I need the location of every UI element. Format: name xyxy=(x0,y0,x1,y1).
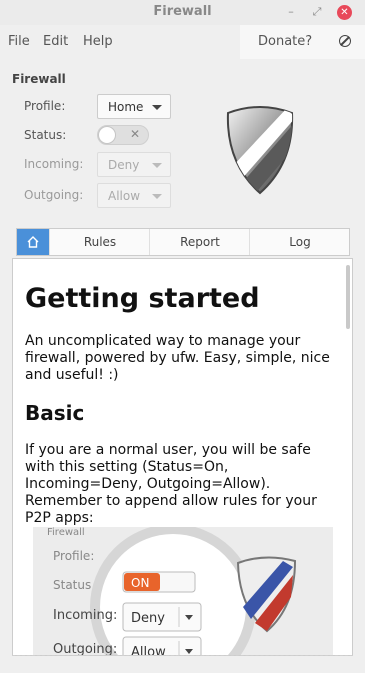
help-document: Getting started An uncomplicated way to … xyxy=(25,259,335,527)
status-label: Status: xyxy=(24,128,67,142)
doc-intro: An uncomplicated way to manage your fire… xyxy=(25,333,330,383)
doc-heading: Getting started xyxy=(25,283,260,314)
illus-incoming-label: Incoming: xyxy=(53,608,117,623)
tab-report[interactable]: Report xyxy=(149,229,250,255)
outgoing-value: Allow xyxy=(108,189,141,203)
no-entry-icon[interactable] xyxy=(339,35,351,47)
illus-deny-value: Deny xyxy=(131,611,165,626)
maximize-icon[interactable]: ⤢ xyxy=(310,5,324,19)
home-icon xyxy=(27,236,39,248)
chevron-down-icon xyxy=(152,194,162,199)
tab-home[interactable] xyxy=(17,229,49,255)
doc-basic-text: If you are a normal user, you will be sa… xyxy=(25,442,317,526)
illus-title: Firewall xyxy=(47,527,85,538)
illus-profile-label: Profile: xyxy=(53,549,94,563)
title-bar: Firewall – ⤢ ✕ xyxy=(0,0,365,26)
chevron-down-icon xyxy=(152,163,162,168)
minimize-icon[interactable]: – xyxy=(284,5,298,19)
tab-bar: Rules Report Log xyxy=(16,228,350,256)
close-icon[interactable]: ✕ xyxy=(337,5,352,20)
incoming-select[interactable]: Deny xyxy=(97,152,171,177)
status-toggle[interactable]: ✕ xyxy=(97,125,149,145)
menu-file[interactable]: File xyxy=(8,34,30,49)
chevron-down-icon xyxy=(152,105,162,110)
outgoing-label: Outgoing: xyxy=(24,188,84,202)
profile-value: Home xyxy=(108,100,144,114)
donate-area: Donate? xyxy=(240,25,365,59)
illus-outgoing-label: Outgoing: xyxy=(53,642,117,656)
firewall-section-title: Firewall xyxy=(12,72,66,86)
illus-on-label: ON xyxy=(131,576,149,590)
off-x-icon: ✕ xyxy=(129,127,140,141)
outgoing-select[interactable]: Allow xyxy=(97,183,171,208)
tab-rules[interactable]: Rules xyxy=(49,229,150,255)
menu-edit[interactable]: Edit xyxy=(43,34,68,49)
doc-subheading: Basic xyxy=(25,401,85,425)
scrollbar-thumb[interactable] xyxy=(346,265,350,329)
tab-log[interactable]: Log xyxy=(249,229,350,255)
incoming-value: Deny xyxy=(108,158,140,172)
profile-select[interactable]: Home xyxy=(97,94,171,119)
illus-status-label: Status xyxy=(53,578,91,592)
settings-illustration: Firewall Profile: Status ON Incoming: De… xyxy=(33,527,333,656)
content-bottom-border xyxy=(12,655,353,657)
incoming-label: Incoming: xyxy=(24,157,84,171)
menu-help[interactable]: Help xyxy=(83,34,113,49)
toggle-knob xyxy=(98,126,116,144)
shield-icon xyxy=(226,106,294,195)
help-content[interactable]: Getting started An uncomplicated way to … xyxy=(12,258,353,656)
profile-label: Profile: xyxy=(24,99,66,113)
donate-button[interactable]: Donate? xyxy=(258,34,312,49)
